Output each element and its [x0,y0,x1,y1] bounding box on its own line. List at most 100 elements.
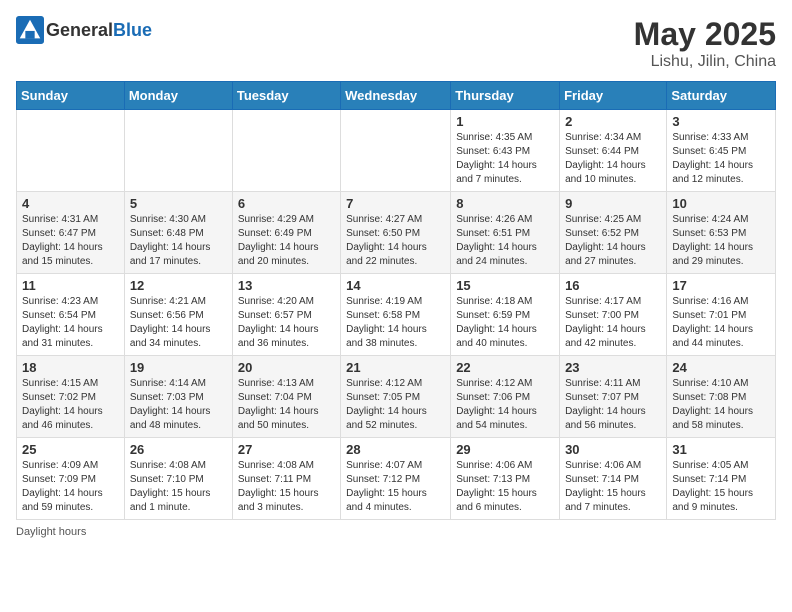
day-info: Sunrise: 4:10 AM Sunset: 7:08 PM Dayligh… [672,377,770,433]
day-number: 30 [565,442,661,457]
calendar-cell: 31 Sunrise: 4:05 AM Sunset: 7:14 PM Dayli… [667,438,776,520]
day-info: Sunrise: 4:31 AM Sunset: 6:47 PM Dayligh… [22,213,119,269]
day-number: 15 [456,278,554,293]
day-number: 26 [130,442,227,457]
weekday-header-saturday: Saturday [667,82,776,110]
day-number: 3 [672,114,770,129]
calendar-cell: 27Sunrise: 4:08 AM Sunset: 7:11 PM Dayli… [232,438,340,520]
day-number: 16 [565,278,661,293]
day-number: 28 [346,442,445,457]
day-number: 1 [456,114,554,129]
calendar-row-0: 1 Sunrise: 4:35 AM Sunset: 6:43 PM Daylig… [17,110,776,192]
day-info: Sunrise: 4:29 AM Sunset: 6:49 PM Dayligh… [238,213,335,269]
calendar-row-2: 11 Sunrise: 4:23 AM Sunset: 6:54 PM Dayli… [17,274,776,356]
day-info: Sunrise: 4:35 AM Sunset: 6:43 PM Dayligh… [456,131,554,187]
calendar-cell: 12 Sunrise: 4:21 AM Sunset: 6:56 PM Dayli… [124,274,232,356]
day-info: Sunrise: 4:21 AM Sunset: 6:56 PM Dayligh… [130,295,227,351]
calendar-cell [17,110,125,192]
weekday-header-row: SundayMondayTuesdayWednesdayThursdayFrid… [17,82,776,110]
day-info: Sunrise: 4:23 AM Sunset: 6:54 PM Dayligh… [22,295,119,351]
day-info: Sunrise: 4:14 AM Sunset: 7:03 PM Dayligh… [130,377,227,433]
calendar-cell: 15 Sunrise: 4:18 AM Sunset: 6:59 PM Dayli… [451,274,560,356]
day-number: 20 [238,360,335,375]
title-block: May 2025 Lishu, Jilin, China [634,16,776,71]
calendar-cell: 28 Sunrise: 4:07 AM Sunset: 7:12 PM Dayli… [341,438,451,520]
logo: GeneralBlue [16,16,152,44]
calendar-cell: 8Sunrise: 4:26 AM Sunset: 6:51 PM Daylig… [451,192,560,274]
footer-note-text: Daylight hours [16,526,86,538]
day-info: Sunrise: 4:30 AM Sunset: 6:48 PM Dayligh… [130,213,227,269]
day-number: 11 [22,278,119,293]
day-number: 17 [672,278,770,293]
day-info: Sunrise: 4:18 AM Sunset: 6:59 PM Dayligh… [456,295,554,351]
calendar-cell: 16 Sunrise: 4:17 AM Sunset: 7:00 PM Dayli… [560,274,667,356]
day-info: Sunrise: 4:33 AM Sunset: 6:45 PM Dayligh… [672,131,770,187]
calendar-cell: 19 Sunrise: 4:14 AM Sunset: 7:03 PM Dayli… [124,356,232,438]
location-title: Lishu, Jilin, China [634,53,776,71]
calendar-cell: 7Sunrise: 4:27 AM Sunset: 6:50 PM Daylig… [341,192,451,274]
day-number: 12 [130,278,227,293]
calendar-cell: 14Sunrise: 4:19 AM Sunset: 6:58 PM Dayli… [341,274,451,356]
day-number: 19 [130,360,227,375]
weekday-header-wednesday: Wednesday [341,82,451,110]
calendar-cell: 3 Sunrise: 4:33 AM Sunset: 6:45 PM Daylig… [667,110,776,192]
calendar-cell: 6 Sunrise: 4:29 AM Sunset: 6:49 PM Daylig… [232,192,340,274]
logo-general-text: General [46,20,113,40]
calendar-cell: 9Sunrise: 4:25 AM Sunset: 6:52 PM Daylig… [560,192,667,274]
page-header: GeneralBlue May 2025 Lishu, Jilin, China [16,16,776,71]
weekday-header-monday: Monday [124,82,232,110]
day-number: 10 [672,196,770,211]
calendar-row-1: 4Sunrise: 4:31 AM Sunset: 6:47 PM Daylig… [17,192,776,274]
calendar-row-3: 18Sunrise: 4:15 AM Sunset: 7:02 PM Dayli… [17,356,776,438]
day-info: Sunrise: 4:05 AM Sunset: 7:14 PM Dayligh… [672,459,770,515]
calendar-cell [124,110,232,192]
calendar-cell: 18Sunrise: 4:15 AM Sunset: 7:02 PM Dayli… [17,356,125,438]
calendar-cell: 30 Sunrise: 4:06 AM Sunset: 7:14 PM Dayli… [560,438,667,520]
day-info: Sunrise: 4:07 AM Sunset: 7:12 PM Dayligh… [346,459,445,515]
calendar-cell: 21 Sunrise: 4:12 AM Sunset: 7:05 PM Dayli… [341,356,451,438]
day-number: 13 [238,278,335,293]
day-number: 27 [238,442,335,457]
day-info: Sunrise: 4:17 AM Sunset: 7:00 PM Dayligh… [565,295,661,351]
day-number: 25 [22,442,119,457]
day-info: Sunrise: 4:06 AM Sunset: 7:14 PM Dayligh… [565,459,661,515]
day-number: 5 [130,196,227,211]
day-info: Sunrise: 4:12 AM Sunset: 7:06 PM Dayligh… [456,377,554,433]
calendar-cell: 26Sunrise: 4:08 AM Sunset: 7:10 PM Dayli… [124,438,232,520]
day-info: Sunrise: 4:11 AM Sunset: 7:07 PM Dayligh… [565,377,661,433]
calendar-cell: 1 Sunrise: 4:35 AM Sunset: 6:43 PM Daylig… [451,110,560,192]
day-info: Sunrise: 4:20 AM Sunset: 6:57 PM Dayligh… [238,295,335,351]
calendar-cell: 10 Sunrise: 4:24 AM Sunset: 6:53 PM Dayli… [667,192,776,274]
day-info: Sunrise: 4:09 AM Sunset: 7:09 PM Dayligh… [22,459,119,515]
day-number: 7 [346,196,445,211]
day-number: 21 [346,360,445,375]
day-number: 22 [456,360,554,375]
weekday-header-friday: Friday [560,82,667,110]
logo-blue-text: Blue [113,20,152,40]
day-number: 24 [672,360,770,375]
month-title: May 2025 [634,16,776,53]
footer-note: Daylight hours [16,526,776,538]
calendar-cell: 5 Sunrise: 4:30 AM Sunset: 6:48 PM Daylig… [124,192,232,274]
day-info: Sunrise: 4:12 AM Sunset: 7:05 PM Dayligh… [346,377,445,433]
day-number: 29 [456,442,554,457]
day-number: 14 [346,278,445,293]
day-info: Sunrise: 4:06 AM Sunset: 7:13 PM Dayligh… [456,459,554,515]
calendar-row-4: 25 Sunrise: 4:09 AM Sunset: 7:09 PM Dayli… [17,438,776,520]
day-info: Sunrise: 4:25 AM Sunset: 6:52 PM Dayligh… [565,213,661,269]
day-info: Sunrise: 4:15 AM Sunset: 7:02 PM Dayligh… [22,377,119,433]
calendar-cell: 20 Sunrise: 4:13 AM Sunset: 7:04 PM Dayli… [232,356,340,438]
day-info: Sunrise: 4:34 AM Sunset: 6:44 PM Dayligh… [565,131,661,187]
calendar-cell [341,110,451,192]
calendar-cell: 2Sunrise: 4:34 AM Sunset: 6:44 PM Daylig… [560,110,667,192]
calendar-cell: 23 Sunrise: 4:11 AM Sunset: 7:07 PM Dayli… [560,356,667,438]
weekday-header-tuesday: Tuesday [232,82,340,110]
day-info: Sunrise: 4:13 AM Sunset: 7:04 PM Dayligh… [238,377,335,433]
calendar-cell: 11 Sunrise: 4:23 AM Sunset: 6:54 PM Dayli… [17,274,125,356]
calendar-cell: 24 Sunrise: 4:10 AM Sunset: 7:08 PM Dayli… [667,356,776,438]
day-number: 8 [456,196,554,211]
day-number: 23 [565,360,661,375]
day-number: 31 [672,442,770,457]
day-info: Sunrise: 4:24 AM Sunset: 6:53 PM Dayligh… [672,213,770,269]
day-number: 6 [238,196,335,211]
